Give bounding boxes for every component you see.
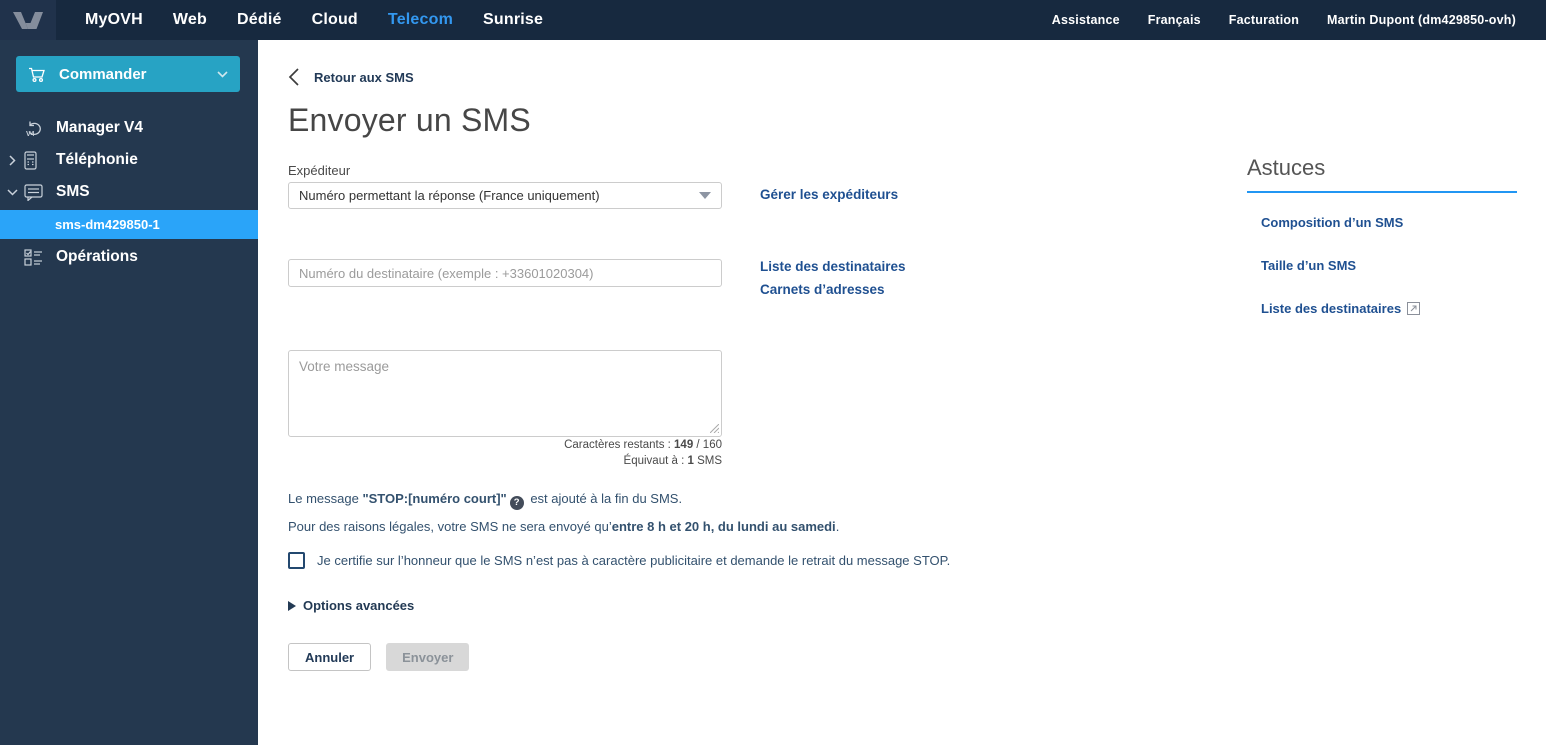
universe-nav: MyOVH Web Dédié Cloud Telecom Sunrise — [70, 11, 558, 29]
chevron-right-icon — [0, 154, 24, 166]
sidebar-item-manager-v4[interactable]: V4 Manager V4 — [0, 112, 258, 144]
chevron-down-icon — [0, 188, 24, 196]
account-nav: Assistance Français Facturation Martin D… — [1038, 13, 1546, 27]
top-navbar: MyOVH Web Dédié Cloud Telecom Sunrise As… — [0, 0, 1546, 40]
nav-user-account[interactable]: Martin Dupont (dm429850-ovh) — [1313, 13, 1530, 27]
operations-checklist-icon — [24, 248, 54, 266]
dropdown-arrow-icon — [699, 192, 711, 199]
tips-title: Astuces — [1247, 155, 1517, 193]
sidebar-nav: V4 Manager V4 Téléphonie SMS sms-dm42985… — [0, 112, 258, 273]
nav-web[interactable]: Web — [158, 11, 222, 29]
advanced-options-label: Options avancées — [303, 598, 415, 613]
nav-cloud[interactable]: Cloud — [297, 11, 373, 29]
main-content: Retour aux SMS Envoyer un SMS Expéditeur… — [258, 40, 1546, 745]
sidebar-item-label: Manager V4 — [56, 119, 144, 136]
form-actions: Annuler Envoyer — [288, 643, 1546, 671]
address-books-link[interactable]: Carnets d’adresses — [760, 282, 906, 297]
manager-v4-icon: V4 — [24, 119, 54, 138]
sidebar-item-label: SMS — [56, 183, 90, 200]
sidebar-item-sms-service-active[interactable]: sms-dm429850-1 — [0, 210, 258, 239]
message-row: Caractères restants : 149 / 160 Équivaut… — [288, 350, 1546, 469]
back-link-label: Retour aux SMS — [314, 69, 414, 85]
back-to-sms-link[interactable]: Retour aux SMS — [288, 68, 414, 86]
back-arrow-icon — [288, 68, 300, 86]
manage-senders-link[interactable]: Gérer les expéditeurs — [760, 187, 898, 202]
sidebar-item-label: sms-dm429850-1 — [55, 217, 160, 232]
cancel-button[interactable]: Annuler — [288, 643, 372, 671]
tip-sms-composition-link[interactable]: Composition d’un SMS — [1247, 215, 1517, 230]
sidebar-item-label: Opérations — [56, 248, 138, 265]
ovh-logo[interactable] — [0, 0, 56, 40]
sender-select[interactable]: Numéro permettant la réponse (France uni… — [288, 182, 722, 209]
nav-telecom-active[interactable]: Telecom — [373, 11, 468, 29]
page-title: Envoyer un SMS — [288, 102, 531, 138]
help-icon[interactable]: ? — [509, 496, 524, 510]
ovh-logo-icon — [11, 10, 45, 31]
nav-assistance[interactable]: Assistance — [1038, 13, 1134, 27]
chevron-down-icon — [217, 70, 228, 78]
sidebar-item-label: Téléphonie — [56, 151, 138, 168]
sender-selected-value: Numéro permettant la réponse (France uni… — [299, 188, 600, 203]
cart-icon — [28, 66, 47, 83]
external-link-icon — [1407, 302, 1421, 315]
message-textarea[interactable] — [288, 350, 722, 437]
sidebar-item-sms[interactable]: SMS — [0, 176, 258, 208]
recipient-input[interactable] — [288, 259, 722, 287]
tips-panel: Astuces Composition d’un SMS Taille d’un… — [1247, 155, 1517, 316]
tip-sms-size-link[interactable]: Taille d’un SMS — [1247, 258, 1517, 273]
recipients-list-link[interactable]: Liste des destinataires — [760, 259, 906, 274]
sidebar: Commander V4 Manager V4 Téléphonie SMS s… — [0, 40, 258, 745]
commander-button[interactable]: Commander — [16, 56, 240, 92]
certify-checkbox[interactable] — [288, 552, 305, 569]
send-button[interactable]: Envoyer — [386, 643, 470, 671]
nav-language[interactable]: Français — [1134, 13, 1215, 27]
legal-stop-notice: Le message "STOP:[numéro court]"? est aj… — [288, 491, 683, 510]
sms-equivalent: Équivaut à : 1 SMS — [623, 455, 722, 467]
nav-sunrise[interactable]: Sunrise — [468, 11, 558, 29]
legal-hours-notice: Pour des raisons légales, votre SMS ne s… — [288, 519, 840, 534]
phone-icon — [24, 150, 54, 170]
sender-label: Expéditeur — [288, 163, 351, 178]
tip-recipients-list-link[interactable]: Liste des destinataires — [1247, 301, 1517, 316]
commander-label: Commander — [59, 65, 147, 83]
characters-remaining: Caractères restants : 149 / 160 — [564, 439, 722, 451]
nav-dedie[interactable]: Dédié — [222, 11, 297, 29]
sms-bubble-icon — [24, 183, 54, 201]
advanced-options-toggle[interactable]: Options avancées — [288, 598, 414, 613]
sidebar-item-operations[interactable]: Opérations — [0, 241, 258, 273]
certify-label: Je certifie sur l’honneur que le SMS n’e… — [317, 553, 951, 568]
svg-text:V4: V4 — [26, 131, 35, 138]
triangle-right-icon — [288, 600, 296, 611]
nav-facturation[interactable]: Facturation — [1215, 13, 1313, 27]
nav-myovh[interactable]: MyOVH — [70, 11, 158, 29]
certify-row: Je certifie sur l’honneur que le SMS n’e… — [288, 552, 1546, 569]
sidebar-item-telephonie[interactable]: Téléphonie — [0, 144, 258, 176]
